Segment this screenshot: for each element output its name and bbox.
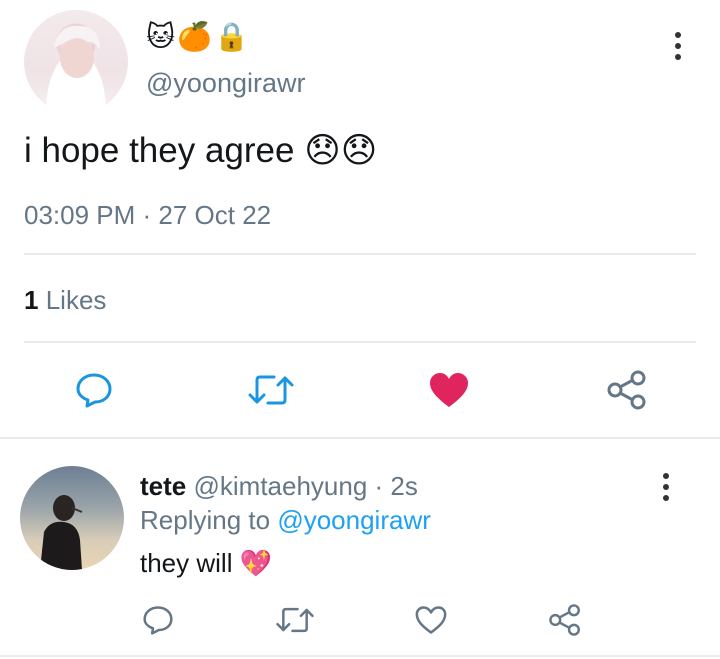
lock-emoji: 🔒	[214, 21, 251, 52]
tweet-more-options-icon[interactable]	[674, 32, 682, 60]
divider	[24, 341, 696, 343]
author-avatar[interactable]	[24, 10, 128, 114]
reply-text-row: they will 💖	[140, 545, 272, 581]
reply-reply-icon[interactable]	[142, 605, 174, 635]
reply-more-options-icon[interactable]	[662, 473, 670, 501]
reply-author-avatar[interactable]	[20, 466, 124, 570]
reply-header: tete @kimtaehyung · 2s	[140, 470, 418, 502]
likes-label: Likes	[45, 285, 107, 315]
reply-icon[interactable]	[75, 372, 113, 408]
reply-text-emoji: 💖	[239, 548, 273, 578]
likes-count: 1	[24, 285, 39, 315]
author-handle[interactable]: @yoongirawr	[146, 66, 305, 100]
section-divider	[0, 437, 720, 439]
reply-retweet-icon[interactable]	[273, 605, 317, 635]
tweet-text-row: i hope they agree 😞😞	[24, 128, 377, 174]
replying-to: Replying to @yoongirawr	[140, 504, 431, 536]
reply-like-icon[interactable]	[414, 605, 448, 635]
cat-emoji: 🐱	[146, 21, 178, 52]
reply-share-icon[interactable]	[548, 603, 582, 637]
reply-handle[interactable]: @kimtaehyung	[193, 471, 367, 501]
tweet-timestamp: 03:09 PM · 27 Oct 22	[24, 200, 272, 230]
likes-stat[interactable]: 1 Likes	[24, 283, 106, 317]
reply-time: · 2s	[374, 471, 418, 501]
reply-display-name[interactable]: tete	[140, 471, 186, 501]
tweet-text: i hope they agree	[24, 131, 295, 170]
bottom-divider	[0, 655, 720, 657]
reply-text: they will	[140, 548, 233, 578]
retweet-icon[interactable]	[245, 372, 297, 408]
divider	[24, 253, 696, 255]
replying-to-handle[interactable]: @yoongirawr	[277, 505, 431, 535]
tangerine-emoji: 🍊	[177, 21, 215, 52]
replying-to-prefix: Replying to	[140, 505, 271, 535]
name-emojis: 🐱🍊🔒	[146, 20, 251, 54]
share-icon[interactable]	[606, 370, 648, 410]
like-icon-filled[interactable]	[429, 372, 469, 408]
tweet-text-emojis: 😞😞	[304, 131, 378, 170]
